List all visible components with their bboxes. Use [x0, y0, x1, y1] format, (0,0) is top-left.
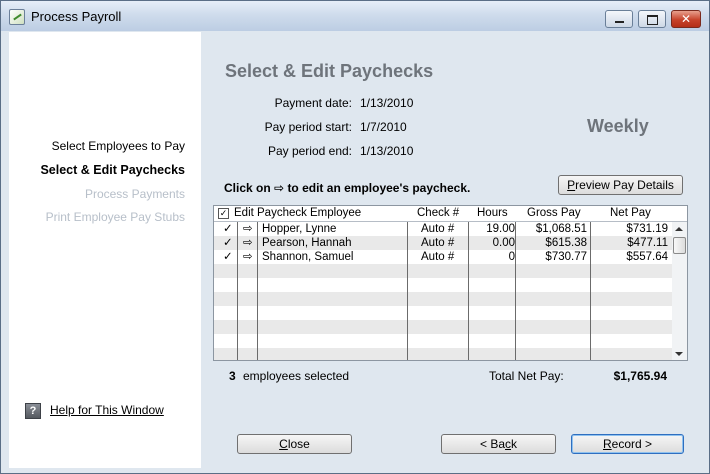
empty-row: [214, 278, 672, 292]
employee-name: Hopper, Lynne: [262, 223, 337, 235]
empty-row: [214, 348, 672, 360]
empty-row: [214, 334, 672, 348]
help-link[interactable]: Help for This Window: [50, 403, 164, 417]
empty-row: [214, 320, 672, 334]
net-pay: $731.19: [626, 223, 668, 235]
select-all-checkbox[interactable]: ✓: [218, 208, 229, 219]
column-divider: [237, 222, 238, 360]
table-header: ✓ Edit Paycheck Employee Check # Hours G…: [214, 206, 687, 222]
instruction-text-before: Click on: [224, 181, 271, 195]
net-pay: $477.11: [627, 237, 668, 249]
pay-period-start-label: Pay period start:: [264, 120, 352, 134]
back-button[interactable]: < Back: [441, 434, 556, 454]
paychecks-table: ✓ Edit Paycheck Employee Check # Hours G…: [213, 205, 688, 361]
edit-paycheck-icon[interactable]: ⇨: [243, 222, 253, 236]
table-row[interactable]: ✓ ⇨ Pearson, Hannah Auto # 0.00 $615.38 …: [214, 236, 672, 250]
gross-pay: $1,068.51: [535, 223, 587, 235]
edit-instruction: Click on ⇨ to edit an employee's paychec…: [224, 181, 470, 195]
empty-row: [214, 306, 672, 320]
scroll-down-icon[interactable]: [675, 352, 683, 356]
col-check-number[interactable]: Check #: [417, 207, 459, 219]
pay-period-end-label: Pay period end:: [267, 144, 352, 158]
scroll-up-icon[interactable]: [675, 227, 683, 231]
process-payroll-window: Process Payroll ✕ Select Employees to Pa…: [0, 0, 710, 474]
employee-name: Pearson, Hannah: [262, 237, 352, 249]
step-process-payments: Process Payments: [84, 187, 185, 201]
payment-date-value: 1/13/2010: [360, 96, 414, 110]
col-employee[interactable]: Employee: [310, 207, 361, 219]
preview-pay-details-button[interactable]: Preview Pay Details: [558, 175, 683, 195]
pay-frequency: Weekly: [587, 116, 649, 136]
payment-date-label: Payment date:: [274, 96, 352, 110]
total-net-pay-label: Total Net Pay:: [489, 369, 564, 383]
minimize-button[interactable]: [605, 10, 633, 28]
total-net-pay-value: $1,765.94: [613, 369, 667, 383]
maximize-button[interactable]: [638, 10, 666, 28]
edit-paycheck-icon[interactable]: ⇨: [243, 236, 253, 250]
instruction-text-after: to edit an employee's paycheck.: [287, 181, 471, 195]
title-bar[interactable]: Process Payroll ✕: [1, 1, 709, 31]
table-row[interactable]: ✓ ⇨ Hopper, Lynne Auto # 19.00 $1,068.51…: [214, 222, 672, 236]
arrow-right-icon: ⇨: [274, 181, 285, 195]
close-button[interactable]: Close: [237, 434, 352, 454]
pay-period-end-value: 1/13/2010: [360, 144, 414, 158]
scroll-thumb[interactable]: [673, 237, 686, 254]
help-icon[interactable]: ?: [25, 403, 41, 419]
hours: 0.00: [492, 237, 515, 249]
column-divider: [407, 222, 408, 360]
edit-paycheck-icon[interactable]: ⇨: [243, 250, 253, 264]
check-number: Auto #: [421, 237, 455, 249]
pay-period-start-value: 1/7/2010: [360, 120, 407, 134]
window-title: Process Payroll: [31, 9, 122, 24]
net-pay: $557.64: [626, 251, 668, 263]
col-hours[interactable]: Hours: [477, 207, 508, 219]
selected-count: 3: [229, 369, 236, 383]
empty-row: [214, 264, 672, 278]
dialog-body: Select Employees to Pay Select & Edit Pa…: [9, 32, 701, 468]
column-divider: [590, 222, 591, 360]
col-net-pay[interactable]: Net Pay: [610, 207, 651, 219]
page-title: Select & Edit Paychecks: [225, 61, 434, 81]
row-checkmark[interactable]: ✓: [223, 236, 233, 250]
hours: 19.00: [486, 223, 515, 235]
wizard-steps-pane: Select Employees to Pay Select & Edit Pa…: [9, 32, 201, 468]
step-print-pay-stubs: Print Employee Pay Stubs: [45, 210, 185, 224]
col-gross-pay[interactable]: Gross Pay: [527, 207, 581, 219]
empty-row: [214, 292, 672, 306]
column-divider: [515, 222, 516, 360]
payroll-app-icon: [9, 9, 25, 25]
column-divider: [468, 222, 469, 360]
row-checkmark[interactable]: ✓: [223, 222, 233, 236]
step-select-employees: Select Employees to Pay: [51, 139, 185, 153]
column-divider: [257, 222, 258, 360]
close-window-button[interactable]: ✕: [671, 10, 701, 28]
check-number: Auto #: [421, 251, 455, 263]
close-icon: ✕: [680, 12, 692, 26]
selected-count-label: employees selected: [243, 369, 350, 383]
gross-pay: $730.77: [545, 251, 587, 263]
record-button[interactable]: Record >: [571, 434, 684, 454]
check-number: Auto #: [421, 223, 455, 235]
hours: 0: [508, 251, 515, 263]
gross-pay: $615.38: [545, 237, 587, 249]
employee-name: Shannon, Samuel: [262, 251, 354, 263]
col-edit-paycheck[interactable]: Edit Paycheck: [234, 207, 307, 219]
step-select-edit-paychecks: Select & Edit Paychecks: [40, 163, 185, 177]
table-row[interactable]: ✓ ⇨ Shannon, Samuel Auto # 0 $730.77 $55…: [214, 250, 672, 264]
row-checkmark[interactable]: ✓: [223, 250, 233, 264]
table-scrollbar[interactable]: [672, 222, 687, 360]
